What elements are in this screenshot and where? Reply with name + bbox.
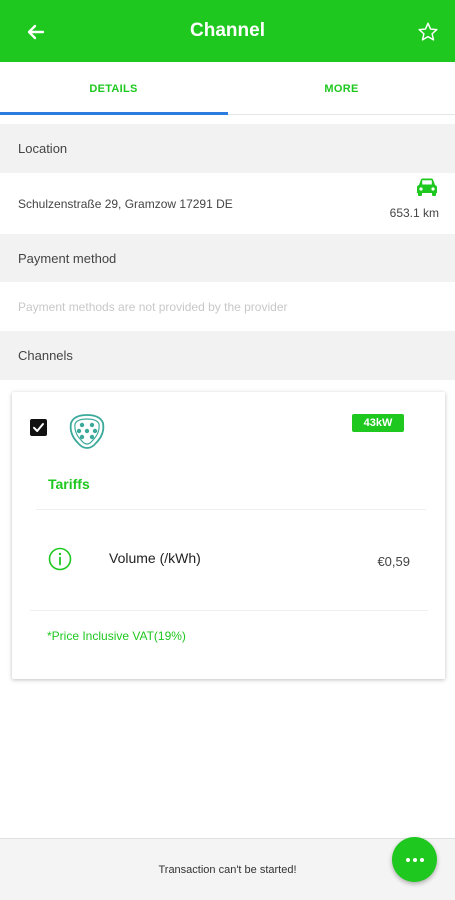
payment-header: Payment method — [0, 234, 455, 282]
page-title: Channel — [190, 20, 265, 41]
star-outline-icon — [418, 22, 438, 41]
tariffs-title: Tariffs — [48, 476, 90, 492]
payment-message: Payment methods are not provided by the … — [0, 282, 455, 331]
tariff-price: €0,59 — [377, 554, 410, 569]
back-button[interactable] — [22, 18, 50, 46]
car-icon[interactable] — [415, 177, 439, 197]
check-icon — [33, 423, 44, 432]
tab-details[interactable]: DETAILS — [0, 62, 227, 115]
channel-checkbox[interactable] — [30, 419, 47, 436]
more-actions-button[interactable] — [392, 837, 437, 882]
divider — [36, 509, 426, 510]
location-address[interactable]: Schulzenstraße 29, Gramzow 17291 DE — [0, 173, 455, 234]
channels-header: Channels — [0, 331, 455, 380]
bottom-status-bar: Transaction can't be started! — [0, 838, 455, 900]
more-horizontal-icon — [405, 857, 424, 862]
power-badge: 43kW — [352, 414, 404, 432]
favorite-button[interactable] — [413, 17, 443, 47]
transaction-status: Transaction can't be started! — [158, 863, 297, 876]
app-bar: Channel — [0, 0, 455, 62]
tab-indicator — [0, 112, 228, 115]
distance-value: 653.1 km — [389, 206, 439, 220]
tab-more[interactable]: MORE — [228, 62, 455, 115]
info-icon[interactable] — [48, 547, 72, 571]
type2-connector-icon — [66, 412, 108, 452]
divider — [30, 610, 428, 611]
vat-note: *Price Inclusive VAT(19%) — [47, 629, 186, 643]
channel-card: 43kW Tariffs Volume (/kWh) €0,59 *Price … — [12, 392, 445, 679]
tab-bar: DETAILS MORE — [0, 62, 455, 115]
arrow-left-icon — [27, 24, 45, 40]
location-header: Location — [0, 124, 455, 173]
tariff-name: Volume (/kWh) — [109, 550, 201, 566]
